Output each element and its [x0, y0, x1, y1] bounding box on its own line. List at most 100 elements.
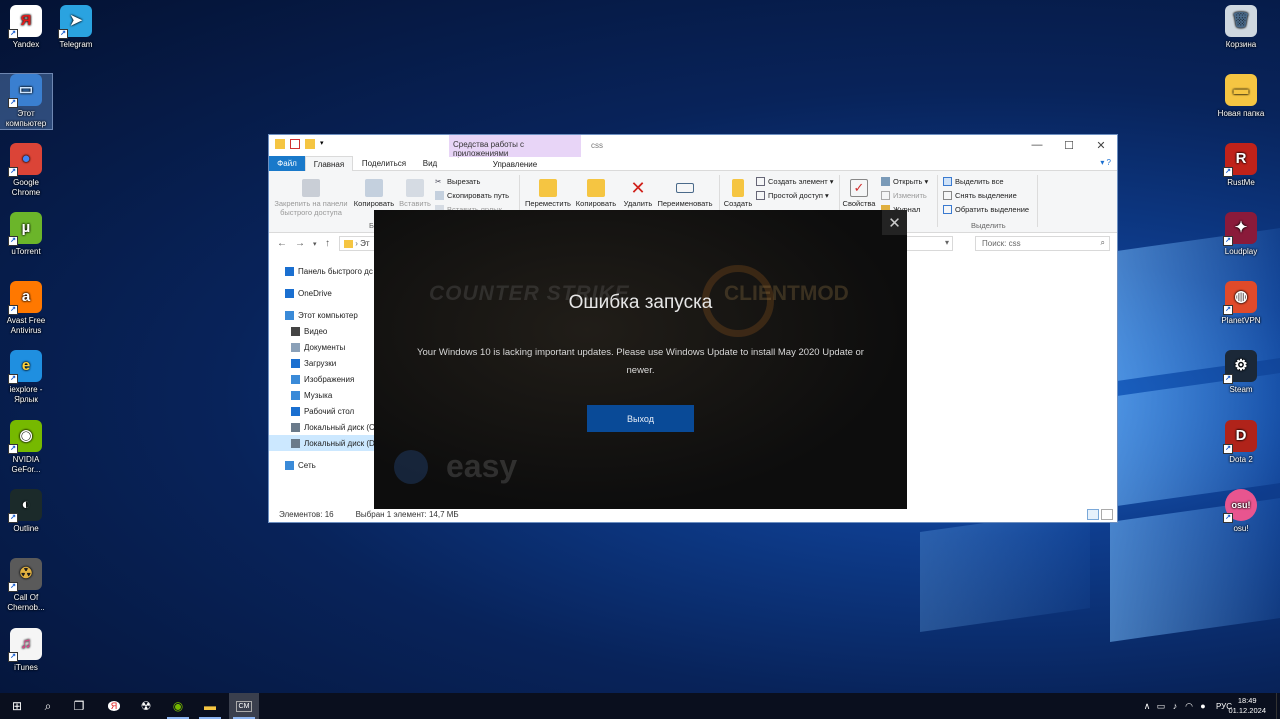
select-none-button[interactable]: Снять выделение: [943, 191, 1017, 200]
clock[interactable]: 18:49 01.12.2024: [1228, 696, 1266, 716]
minimize-button[interactable]: —: [1021, 135, 1053, 155]
easy-access-button[interactable]: Простой доступ ▾: [756, 191, 829, 200]
close-button[interactable]: ✕: [1085, 135, 1117, 155]
nav-item-computer[interactable]: Этот компьютер: [269, 307, 377, 323]
copy-path-button[interactable]: Скопировать путь: [435, 191, 509, 200]
search-input[interactable]: Поиск: css ⌕: [975, 236, 1110, 251]
new-folder-button[interactable]: Создать: [721, 179, 755, 208]
pin-quick-access-button[interactable]: Закрепить на панели быстрого доступа: [271, 179, 351, 217]
rename-button[interactable]: Переименовать: [655, 179, 715, 208]
copy-to-button[interactable]: Копировать: [573, 179, 619, 208]
large-icons-view-icon[interactable]: [1101, 509, 1113, 520]
dialog-close-icon[interactable]: ✕: [882, 210, 907, 235]
app-tools-tab-group: Средства работы с приложениями: [449, 135, 581, 158]
forward-arrow-icon[interactable]: →: [295, 238, 305, 249]
nav-item-drive-c[interactable]: Локальный диск (С: [269, 419, 377, 435]
task-view-icon[interactable]: ❐: [64, 693, 94, 719]
desktop-shortcut-planetvpn[interactable]: ◍ ↗ PlanetVPN: [1215, 281, 1267, 326]
tab-manage[interactable]: Управление: [449, 156, 581, 171]
desktop-shortcut-chrome[interactable]: ● ↗ Google Chrome: [0, 143, 52, 198]
desktop-shortcut-itunes[interactable]: ♫ ↗ iTunes: [0, 628, 52, 673]
ribbon-help-icon[interactable]: ▾ ?: [1100, 158, 1111, 167]
nvidia-taskbar-icon[interactable]: ◉: [163, 693, 193, 719]
desktop-shortcut-this-pc[interactable]: ▭ ↗ Этот компьютер: [0, 73, 53, 130]
tab-home[interactable]: Главная: [305, 156, 353, 171]
nav-item-video[interactable]: Видео: [269, 323, 377, 339]
move-to-button[interactable]: Переместить: [523, 179, 573, 208]
desktop-shortcut-avast[interactable]: a ↗ Avast Free Antivirus: [0, 281, 52, 336]
tab-view[interactable]: Вид: [415, 156, 445, 171]
desktop-shortcut-loudplay[interactable]: ✦ ↗ Loudplay: [1215, 212, 1267, 257]
desktop-shortcut-osu[interactable]: osu! ↗ osu!: [1215, 489, 1267, 534]
details-view-icon[interactable]: [1087, 509, 1099, 520]
desktop-shortcut-outline[interactable]: ◐ ↗ Outline: [0, 489, 52, 534]
show-desktop-button[interactable]: [1276, 693, 1280, 719]
yandex-taskbar-icon[interactable]: Я: [99, 693, 129, 719]
clock-time: 18:49: [1237, 696, 1257, 705]
paste-button[interactable]: Вставить: [397, 179, 433, 208]
edit-button[interactable]: Изменить: [881, 191, 927, 200]
properties-icon[interactable]: [290, 139, 300, 149]
nav-item-pictures[interactable]: Изображения: [269, 371, 377, 387]
antivirus-tray-icon[interactable]: ●: [1196, 701, 1210, 711]
clientmod-taskbar-icon[interactable]: CM: [229, 693, 259, 719]
nav-item-network[interactable]: Сеть: [269, 457, 377, 473]
nav-item-label: Документы: [304, 342, 346, 352]
nav-item-downloads[interactable]: Загрузки: [269, 355, 377, 371]
wifi-icon[interactable]: ◠: [1182, 701, 1196, 712]
nav-item-documents[interactable]: Документы: [269, 339, 377, 355]
desktop-shortcut-recycle-bin[interactable]: 🗑 Корзина: [1215, 5, 1267, 50]
cut-button[interactable]: ✂ Вырезать: [435, 177, 480, 186]
recycle-bin-icon: 🗑: [1225, 5, 1257, 37]
desktop-shortcut-nvidia[interactable]: ◉ ↗ NVIDIA GeFor...: [0, 420, 52, 475]
nav-item-music[interactable]: Музыка: [269, 387, 377, 403]
address-dropdown-icon[interactable]: ▾: [945, 238, 949, 247]
desktop-shortcut-call-of-chernobyl[interactable]: ☢ ↗ Call Of Chernob...: [0, 558, 52, 613]
volume-icon[interactable]: ♪: [1168, 701, 1182, 711]
nav-item-desktop[interactable]: Рабочий стол: [269, 403, 377, 419]
open-button[interactable]: Открыть ▾: [881, 177, 928, 186]
delete-button[interactable]: ✕ Удалить: [621, 179, 655, 208]
desktop-shortcut-rustme[interactable]: R ↗ RustMe: [1215, 143, 1267, 188]
invert-selection-button[interactable]: Обратить выделение: [943, 205, 1029, 214]
start-icon[interactable]: ⊞: [2, 693, 32, 719]
nav-item-star[interactable]: Панель быстрого дс: [269, 263, 377, 279]
desktop-shortcut-yandex[interactable]: Я ↗ Yandex: [0, 5, 52, 50]
network-icon[interactable]: ▭: [1154, 701, 1168, 712]
tray-overflow-icon[interactable]: ∧: [1140, 701, 1154, 712]
up-arrow-icon[interactable]: ↑: [325, 238, 330, 249]
nav-item-onedrive[interactable]: OneDrive: [269, 285, 377, 301]
easy-logo: easy: [446, 448, 518, 484]
new-item-button[interactable]: Создать элемент ▾: [756, 177, 834, 186]
desktop-shortcut-internet-explorer[interactable]: e ↗ iexplore - Ярлык: [0, 350, 52, 405]
desktop-shortcut-telegram[interactable]: ➤ ↗ Telegram: [50, 5, 102, 50]
maximize-button[interactable]: ☐: [1053, 135, 1085, 155]
copy-button[interactable]: Копировать: [351, 179, 397, 208]
new-folder-icon[interactable]: [305, 139, 315, 149]
explorer-titlebar[interactable]: ▾ Средства работы с приложениями css — ☐…: [269, 135, 1117, 158]
folder-icon[interactable]: [275, 139, 285, 149]
tab-share[interactable]: Поделиться: [357, 156, 411, 171]
recent-dropdown-icon[interactable]: ▾: [313, 240, 317, 248]
exit-button[interactable]: Выход: [587, 405, 694, 432]
qat-dropdown-icon[interactable]: ▾: [320, 139, 330, 149]
search-icon[interactable]: ⌕: [33, 693, 63, 719]
tab-file[interactable]: Файл: [269, 156, 305, 171]
desktop-shortcut-utorrent[interactable]: µ ↗ uTorrent: [0, 212, 52, 257]
explorer-taskbar-icon[interactable]: ▬: [195, 693, 225, 719]
shortcut-arrow-icon: ↗: [8, 98, 18, 108]
desktop-shortcut-folder[interactable]: ▬ Новая папка: [1215, 74, 1267, 119]
desktop-shortcut-dota2[interactable]: D ↗ Dota 2: [1215, 420, 1267, 465]
chernobyl-taskbar-icon[interactable]: ☢: [131, 693, 161, 719]
select-all-button[interactable]: Выделить все: [943, 177, 1004, 186]
documents-icon: [291, 342, 300, 352]
osu-icon: osu! ↗: [1223, 489, 1257, 523]
desktop-shortcut-steam[interactable]: ⚙ ↗ Steam: [1215, 350, 1267, 395]
properties-icon: ✓: [850, 179, 868, 197]
properties-button[interactable]: ✓ Свойства: [841, 179, 877, 208]
new-item-icon: [756, 177, 765, 186]
desktop-shortcut-label: Yandex: [12, 40, 40, 49]
internet-explorer-icon: e ↗: [8, 350, 42, 384]
nav-item-drive-d[interactable]: Локальный диск (D: [269, 435, 377, 451]
back-arrow-icon[interactable]: ←: [277, 238, 287, 249]
